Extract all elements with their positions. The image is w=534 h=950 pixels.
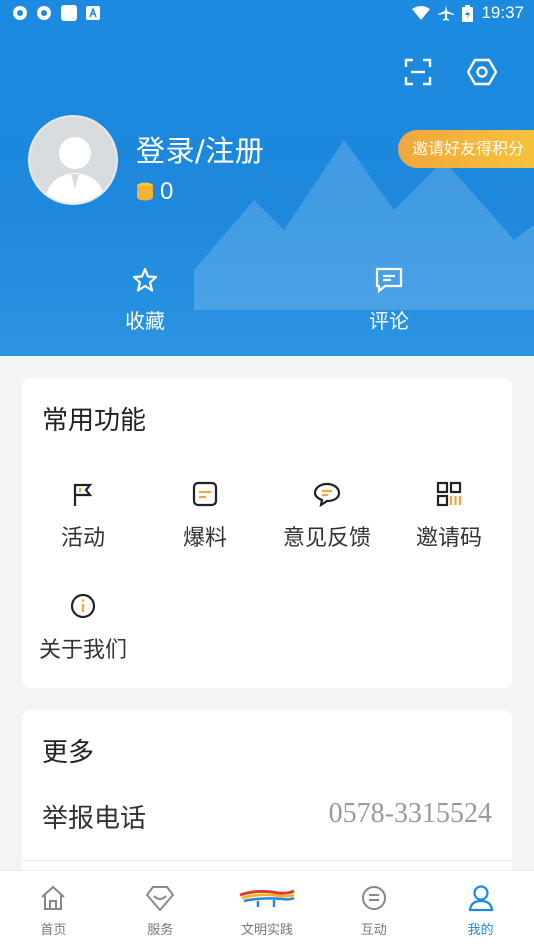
default-avatar-icon	[44, 137, 106, 203]
feedback-button[interactable]: 意见反馈	[266, 478, 388, 552]
invite-code-button[interactable]: 邀请码	[388, 478, 510, 552]
about-us-label: 关于我们	[38, 638, 127, 663]
invite-code-label: 邀请码	[415, 526, 482, 551]
tab-interaction-label: 互动	[360, 923, 387, 938]
wifi-icon	[412, 6, 431, 20]
bottom-tab-bar: 首页 服务 文明实践 互动 我的	[0, 870, 534, 950]
scan-button[interactable]	[402, 56, 434, 88]
favorites-button[interactable]: 收藏	[70, 265, 220, 334]
airplane-icon	[438, 5, 455, 21]
civilization-logo-icon	[239, 889, 295, 907]
row-divider	[22, 860, 512, 861]
favorites-label: 收藏	[125, 309, 165, 333]
feedback-icon	[313, 482, 341, 507]
info-icon	[70, 593, 96, 619]
tip-off-button[interactable]: 爆料	[144, 478, 266, 552]
tab-service[interactable]: 服务	[107, 871, 214, 950]
tab-interaction[interactable]: 互动	[320, 871, 427, 950]
status-time: 19:37	[481, 3, 524, 22]
invite-friends-badge[interactable]: 邀请好友得积分	[397, 130, 534, 168]
report-phone-row[interactable]: 举报电话 0578-3315524	[42, 798, 492, 838]
activity-label: 活动	[60, 526, 105, 551]
status-bar: 19:37	[0, 0, 534, 30]
flag-icon	[73, 483, 93, 506]
scan-icon	[404, 58, 432, 86]
about-us-button[interactable]: 关于我们	[22, 590, 144, 664]
report-phone-label: 举报电话	[42, 804, 147, 834]
coin-count: 0	[160, 178, 174, 205]
tab-service-label: 服务	[147, 923, 174, 938]
interaction-icon	[361, 886, 386, 910]
app-notification-icon	[37, 6, 51, 20]
coin-stack-icon	[137, 182, 153, 201]
service-icon	[145, 886, 175, 912]
tab-home[interactable]: 首页	[0, 871, 107, 950]
more-title: 更多	[42, 738, 95, 768]
comments-label: 评论	[369, 309, 409, 333]
tab-profile[interactable]: 我的	[427, 871, 534, 950]
profile-header: 19:37 登录/注册 0 邀请好友得积分 收藏 评论	[0, 0, 534, 356]
tip-off-label: 爆料	[182, 526, 227, 551]
home-icon	[41, 885, 66, 910]
tab-profile-label: 我的	[467, 923, 494, 938]
battery-icon	[462, 4, 474, 22]
avatar[interactable]	[28, 115, 118, 205]
qrcode-icon	[436, 481, 462, 507]
comments-button[interactable]: 评论	[314, 265, 464, 334]
comment-icon	[375, 267, 403, 293]
login-register-link[interactable]: 登录/注册	[136, 128, 264, 170]
settings-button[interactable]	[466, 56, 498, 88]
note-icon	[192, 481, 218, 507]
star-icon	[132, 267, 158, 292]
common-functions-title: 常用功能	[42, 406, 147, 436]
tab-civilization-label: 文明实践	[240, 923, 293, 938]
tab-home-label: 首页	[40, 923, 67, 938]
common-functions-card: 常用功能 活动 爆料 意见反馈 邀请码 关于我们	[22, 378, 512, 688]
app-notification-icon	[61, 5, 77, 21]
feedback-label: 意见反馈	[282, 526, 371, 551]
coin-balance[interactable]: 0	[136, 178, 173, 206]
settings-icon	[467, 58, 497, 86]
app-notification-icon	[13, 6, 27, 20]
profile-icon	[468, 885, 493, 912]
font-notification-icon	[86, 6, 100, 20]
activity-button[interactable]: 活动	[22, 478, 144, 552]
tab-civilization[interactable]: 文明实践	[214, 871, 321, 950]
report-phone-number: 0578-3315524	[328, 798, 492, 829]
